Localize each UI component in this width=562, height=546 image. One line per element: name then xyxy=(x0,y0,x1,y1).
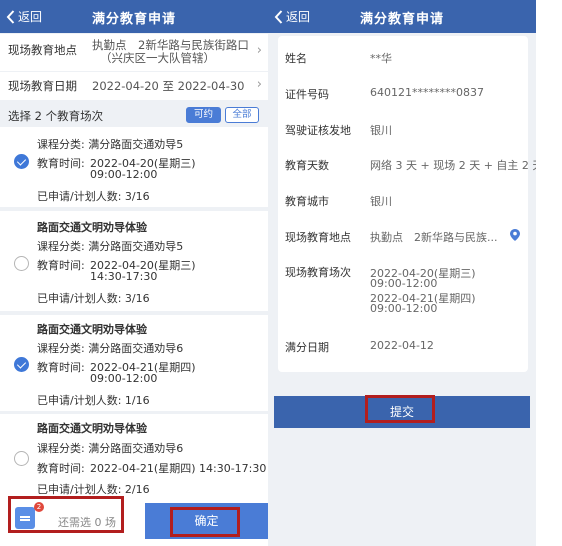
full-date-value: 2022-04-12 xyxy=(370,339,434,352)
license-label: 驾驶证核发地 xyxy=(285,124,351,137)
session-section-header: 选择 2 个教育场次 可约 全部 xyxy=(0,103,268,125)
id-value: 640121********0837 xyxy=(370,86,484,99)
session-card[interactable]: 路面交通文明劝导体验 课程分类: 满分路面交通劝导5 教育时间: 2022-04… xyxy=(0,211,268,311)
remaining-text: 还需选 0 场 xyxy=(58,516,116,529)
date-value: 2022-04-20 至 2022-04-30 xyxy=(92,79,245,93)
chevron-right-icon: › xyxy=(256,43,262,58)
session-card[interactable]: 路面交通文明劝导体验 课程分类: 满分路面交通劝导6 教育时间: 2022-04… xyxy=(0,315,268,411)
selected-list-icon[interactable] xyxy=(15,507,35,529)
site-label: 现场教育地点 xyxy=(285,231,351,244)
days-value: 网络 3 天 + 现场 2 天 + 自主 2 天 xyxy=(370,159,536,172)
site-value: 执勤点 2新华路与民族... xyxy=(370,231,498,244)
session-time-range: 09:00-12:00 xyxy=(90,168,158,181)
bottom-action-bar: 2 还需选 0 场 确定 xyxy=(0,500,268,546)
license-value: 银川 xyxy=(370,124,392,137)
session-course: 课程分类: 满分路面交通劝导6 xyxy=(37,342,184,355)
selected-count-badge: 2 xyxy=(34,502,44,512)
session-time-label: 教育时间: xyxy=(37,361,85,374)
session-course: 课程分类: 满分路面交通劝导5 xyxy=(37,138,184,151)
page-title: 满分教育申请 xyxy=(91,12,176,27)
city-value: 银川 xyxy=(370,195,392,208)
top-nav-bar: 返回 满分教育申请 xyxy=(0,0,268,33)
sessions-value-4: 09:00-12:00 xyxy=(370,302,438,315)
session-time: 2022-04-21(星期四) 14:30-17:30 xyxy=(90,462,267,475)
site-value-line2: （兴庆区一大队管辖） xyxy=(100,51,215,65)
session-selection-screen: 返回 满分教育申请 现场教育地点 执勤点 2新华路与民族街路口 （兴庆区一大队管… xyxy=(0,0,268,546)
name-value: **华 xyxy=(370,52,392,65)
session-checkbox[interactable] xyxy=(14,256,29,271)
confirm-button[interactable]: 确定 xyxy=(145,503,268,539)
sessions-value-2: 09:00-12:00 xyxy=(370,277,438,290)
session-card[interactable]: 课程分类: 满分路面交通劝导5 教育时间: 2022-04-20(星期三) 09… xyxy=(0,127,268,207)
page-title: 满分教育申请 xyxy=(359,12,444,27)
session-count: 已申请/计划人数: 3/16 xyxy=(37,190,150,203)
session-checkbox[interactable] xyxy=(14,451,29,466)
session-time-range: 14:30-17:30 xyxy=(90,270,158,283)
session-course: 课程分类: 满分路面交通劝导5 xyxy=(37,240,184,253)
application-confirm-screen: 返回 满分教育申请 姓名 **华 证件号码 640121********0837… xyxy=(268,0,536,546)
session-time-label: 教育时间: xyxy=(37,157,85,170)
days-label: 教育天数 xyxy=(285,159,329,172)
session-course: 课程分类: 满分路面交通劝导6 xyxy=(37,442,184,455)
session-count: 已申请/计划人数: 1/16 xyxy=(37,394,150,407)
location-pin-icon[interactable] xyxy=(510,229,520,241)
section-title: 选择 2 个教育场次 xyxy=(8,109,104,123)
session-title: 路面交通文明劝导体验 xyxy=(37,323,147,336)
full-date-label: 满分日期 xyxy=(285,341,329,354)
top-nav-bar: 返回 满分教育申请 xyxy=(268,0,536,33)
chevron-right-icon: › xyxy=(256,77,262,92)
session-title: 路面交通文明劝导体验 xyxy=(37,422,147,435)
session-checkbox[interactable] xyxy=(14,154,29,169)
screenshot-stage: 返回 满分教育申请 现场教育地点 执勤点 2新华路与民族街路口 （兴庆区一大队管… xyxy=(0,0,562,546)
session-title: 路面交通文明劝导体验 xyxy=(37,221,147,234)
session-time-label: 教育时间: xyxy=(37,259,85,272)
sessions-label: 现场教育场次 xyxy=(285,266,351,279)
site-selector[interactable]: 现场教育地点 执勤点 2新华路与民族街路口 （兴庆区一大队管辖） › xyxy=(0,34,268,71)
applicant-info-card: 姓名 **华 证件号码 640121********0837 驾驶证核发地 银川… xyxy=(278,36,536,372)
session-checkbox[interactable] xyxy=(14,357,29,372)
name-label: 姓名 xyxy=(285,52,307,65)
id-label: 证件号码 xyxy=(285,88,329,101)
city-label: 教育城市 xyxy=(285,195,329,208)
site-label: 现场教育地点 xyxy=(8,43,77,57)
date-label: 现场教育日期 xyxy=(8,79,77,93)
session-count: 已申请/计划人数: 3/16 xyxy=(37,292,150,305)
filter-available-button[interactable]: 可约 xyxy=(186,107,221,123)
filter-all-button[interactable]: 全部 xyxy=(225,107,259,123)
session-card[interactable]: 路面交通文明劝导体验 课程分类: 满分路面交通劝导6 教育时间: 2022-04… xyxy=(0,414,268,500)
session-time-range: 09:00-12:00 xyxy=(90,372,158,385)
submit-button[interactable]: 提交 xyxy=(274,396,530,428)
date-selector[interactable]: 现场教育日期 2022-04-20 至 2022-04-30 › xyxy=(0,72,268,100)
session-count: 已申请/计划人数: 2/16 xyxy=(37,483,150,496)
session-time-label: 教育时间: xyxy=(37,462,85,475)
